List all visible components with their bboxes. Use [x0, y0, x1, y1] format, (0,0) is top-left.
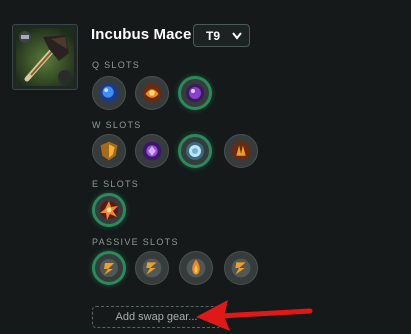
- fire-claw-icon: [231, 141, 251, 161]
- purple-rune-icon: [142, 141, 162, 161]
- fire-orb-icon: [142, 83, 162, 103]
- passive-slot-3[interactable]: [179, 251, 213, 285]
- q-slots-heading: Q SLOTS: [92, 60, 141, 70]
- tier-value: T9: [206, 29, 221, 43]
- item-name: Incubus Mace: [91, 26, 192, 43]
- w-slot-3[interactable]: [178, 134, 212, 168]
- purple-orb-icon: [186, 84, 204, 102]
- w-slot-4[interactable]: [224, 134, 258, 168]
- q-slot-2[interactable]: [135, 76, 169, 110]
- passive-slot-2[interactable]: [135, 251, 169, 285]
- q-slot-3[interactable]: [178, 76, 212, 110]
- chevron-down-icon: [232, 32, 242, 40]
- q-slot-1[interactable]: [92, 76, 126, 110]
- flame-icon: [186, 258, 206, 278]
- tier-select[interactable]: T9: [193, 24, 250, 47]
- lightning-icon: [231, 258, 251, 278]
- e-slots-heading: E SLOTS: [92, 179, 140, 189]
- w-slot-2[interactable]: [135, 134, 169, 168]
- passive-slot-1[interactable]: [92, 251, 126, 285]
- passive-slot-4[interactable]: [224, 251, 258, 285]
- lightning-icon: [100, 259, 118, 277]
- lightning-icon: [142, 258, 162, 278]
- mace-icon: [16, 28, 74, 86]
- orb-blue-icon: [99, 83, 119, 103]
- item-icon-box[interactable]: [12, 24, 78, 90]
- shield-icon: [100, 141, 118, 161]
- passive-slots-heading: PASSIVE SLOTS: [92, 237, 179, 247]
- explosion-icon: [100, 201, 118, 220]
- arrow-left-icon: [196, 300, 313, 331]
- w-slots-heading: W SLOTS: [92, 120, 142, 130]
- w-slot-1[interactable]: [92, 134, 126, 168]
- ice-ring-icon: [186, 142, 204, 160]
- e-slot-1[interactable]: [92, 193, 126, 227]
